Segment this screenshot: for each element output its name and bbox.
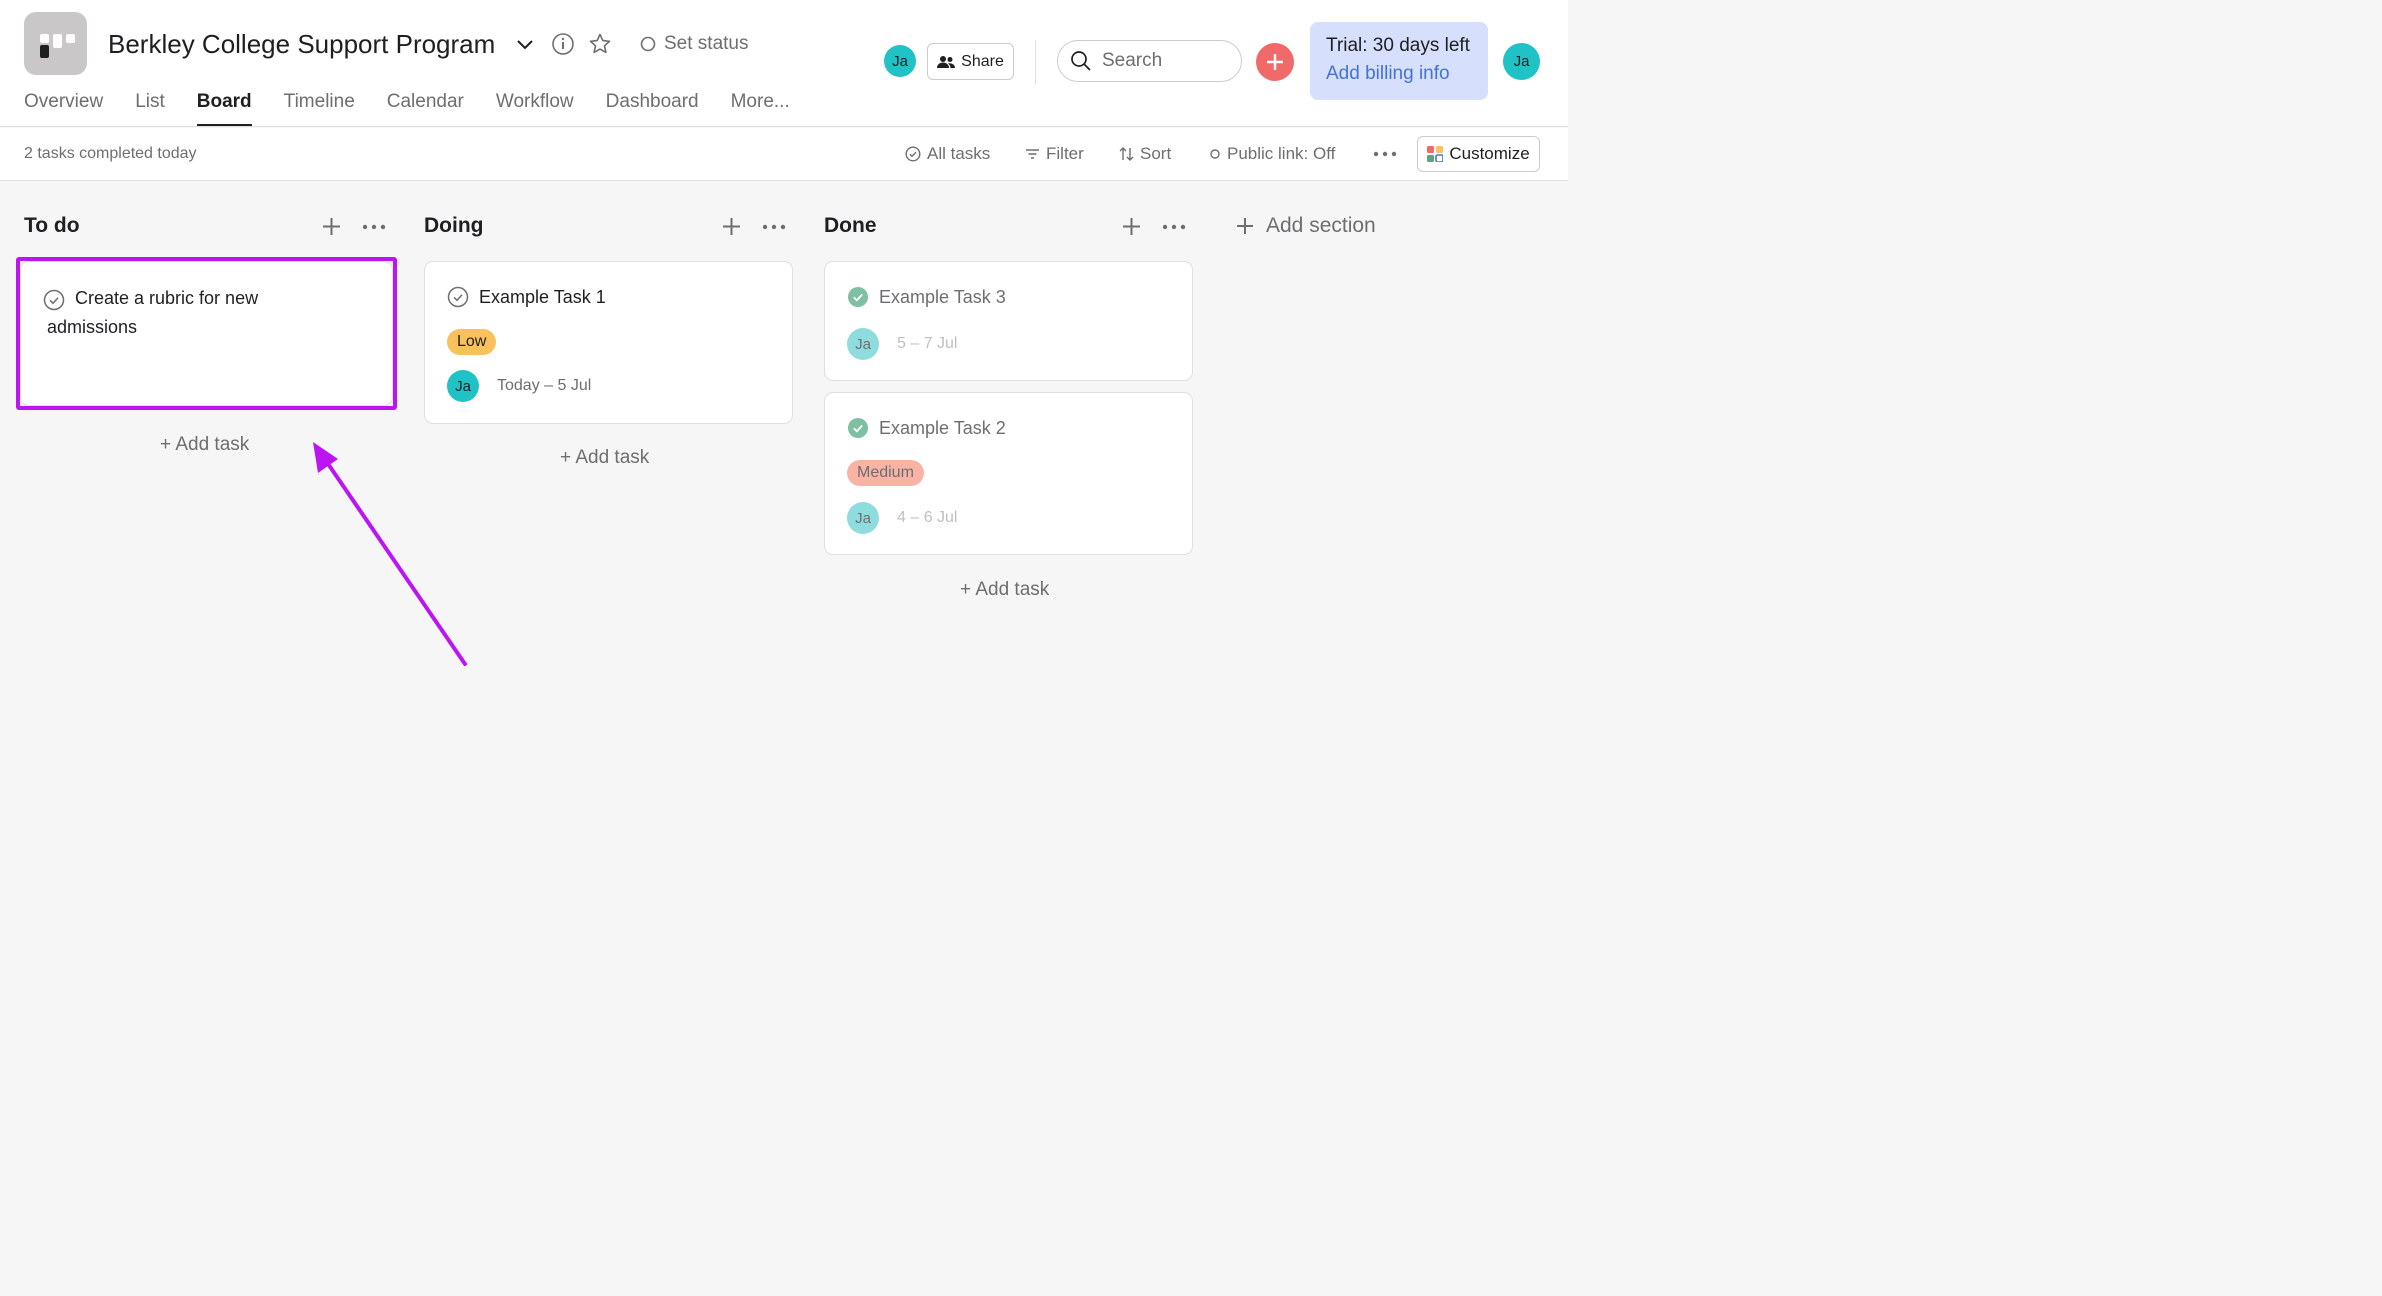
chevron-down-icon[interactable] xyxy=(514,34,536,56)
due-date[interactable]: 4 – 6 Jul xyxy=(897,509,957,527)
priority-badge[interactable]: Low xyxy=(447,329,497,355)
add-section-button[interactable]: Add section xyxy=(1236,214,1376,238)
project-tabs: Overview List Board Timeline Calendar Wo… xyxy=(24,91,790,126)
column-more-icon[interactable] xyxy=(762,224,786,230)
board-toolbar: 2 tasks completed today All tasks Filter… xyxy=(0,128,1568,181)
filter-button[interactable]: Filter xyxy=(1025,144,1084,164)
tab-dashboard[interactable]: Dashboard xyxy=(606,91,699,126)
task-meta: Ja Today – 5 Jul xyxy=(447,370,591,402)
tab-more[interactable]: More... xyxy=(731,91,790,126)
completed-check-icon[interactable] xyxy=(847,417,869,439)
sort-icon xyxy=(1119,147,1134,161)
filter-label: Filter xyxy=(1046,144,1084,163)
task-card[interactable]: Example Task 1 Low Ja Today – 5 Jul xyxy=(424,261,793,424)
status-circle-icon xyxy=(640,36,656,52)
task-card[interactable]: Example Task 3 Ja 5 – 7 Jul xyxy=(824,261,1193,381)
add-task-button[interactable]: + Add task xyxy=(560,447,649,469)
add-task-button[interactable]: + Add task xyxy=(960,579,1049,601)
assignee-avatar[interactable]: Ja xyxy=(447,370,479,402)
task-meta: Ja 4 – 6 Jul xyxy=(847,502,957,534)
trial-banner: Trial: 30 days left Add billing info xyxy=(1310,22,1488,100)
check-circle-icon xyxy=(905,146,921,162)
share-label: Share xyxy=(961,52,1004,70)
tab-timeline[interactable]: Timeline xyxy=(284,91,355,126)
task-title-text: Example Task 3 xyxy=(879,286,1006,307)
due-date[interactable]: 5 – 7 Jul xyxy=(897,335,957,353)
all-tasks-label: All tasks xyxy=(927,144,991,163)
tab-board[interactable]: Board xyxy=(196,91,252,126)
tab-list[interactable]: List xyxy=(135,91,165,126)
tab-calendar[interactable]: Calendar xyxy=(387,91,464,126)
task-title: Example Task 2 xyxy=(847,417,1006,439)
task-meta: Ja 5 – 7 Jul xyxy=(847,328,957,360)
customize-label: Customize xyxy=(1449,144,1530,163)
tab-overview[interactable]: Overview xyxy=(24,91,103,126)
all-tasks-button[interactable]: All tasks xyxy=(905,144,990,164)
add-task-plus-icon[interactable] xyxy=(322,217,341,236)
complete-check-icon[interactable] xyxy=(447,286,469,308)
search-placeholder: Search xyxy=(1102,50,1163,71)
task-title-text: Example Task 1 xyxy=(479,286,606,307)
header-divider xyxy=(1035,40,1036,84)
public-link-label: Public link: Off xyxy=(1227,144,1336,163)
annotation-arrow xyxy=(313,442,467,666)
project-title[interactable]: Berkley College Support Program xyxy=(108,29,495,60)
public-link-button[interactable]: Public link: Off xyxy=(1209,144,1335,164)
create-button[interactable] xyxy=(1256,43,1294,81)
task-card[interactable]: Example Task 2 Medium Ja 4 – 6 Jul xyxy=(824,392,1193,555)
set-status-label: Set status xyxy=(664,33,749,54)
column-more-icon[interactable] xyxy=(1162,224,1186,230)
trial-text: Trial: 30 days left xyxy=(1326,35,1470,56)
assignee-avatar[interactable]: Ja xyxy=(847,502,879,534)
column-more-icon[interactable] xyxy=(362,224,386,230)
share-button[interactable]: Share xyxy=(927,43,1014,80)
info-icon[interactable] xyxy=(551,32,575,56)
people-icon xyxy=(937,55,956,68)
search-input[interactable]: Search xyxy=(1057,40,1242,82)
set-status-button[interactable]: Set status xyxy=(640,33,749,55)
search-icon xyxy=(1071,51,1091,71)
customize-button[interactable]: Customize xyxy=(1417,136,1540,172)
annotation-highlight-box xyxy=(16,257,397,410)
add-section-label: Add section xyxy=(1266,214,1376,237)
more-options-icon[interactable] xyxy=(1373,151,1397,157)
status-dot-icon xyxy=(1210,149,1220,159)
add-task-button[interactable]: + Add task xyxy=(160,434,249,456)
plus-icon xyxy=(1267,54,1283,70)
project-board-icon[interactable] xyxy=(24,12,87,75)
assignee-avatar[interactable]: Ja xyxy=(847,328,879,360)
member-avatar[interactable]: Ja xyxy=(884,45,916,77)
customize-grid-icon xyxy=(1427,146,1444,162)
add-billing-link[interactable]: Add billing info xyxy=(1326,63,1472,85)
top-bar: Berkley College Support Program Set stat… xyxy=(0,0,1568,127)
priority-badge[interactable]: Medium xyxy=(847,460,924,486)
sort-button[interactable]: Sort xyxy=(1119,144,1171,164)
add-task-plus-icon[interactable] xyxy=(722,217,741,236)
user-avatar[interactable]: Ja xyxy=(1503,43,1540,80)
tab-workflow[interactable]: Workflow xyxy=(496,91,574,126)
due-date[interactable]: Today – 5 Jul xyxy=(497,377,591,395)
sort-label: Sort xyxy=(1140,144,1172,163)
task-title-text: Example Task 2 xyxy=(879,417,1006,438)
plus-icon xyxy=(1237,218,1253,234)
column-title-todo[interactable]: To do xyxy=(24,214,80,238)
task-title: Example Task 3 xyxy=(847,286,1006,308)
task-title: Example Task 1 xyxy=(447,286,606,308)
completed-check-icon[interactable] xyxy=(847,286,869,308)
column-title-doing[interactable]: Doing xyxy=(424,214,483,238)
star-icon[interactable] xyxy=(588,32,612,56)
column-title-done[interactable]: Done xyxy=(824,214,877,238)
filter-icon xyxy=(1026,149,1039,159)
completed-count: 2 tasks completed today xyxy=(24,145,197,162)
add-task-plus-icon[interactable] xyxy=(1122,217,1141,236)
